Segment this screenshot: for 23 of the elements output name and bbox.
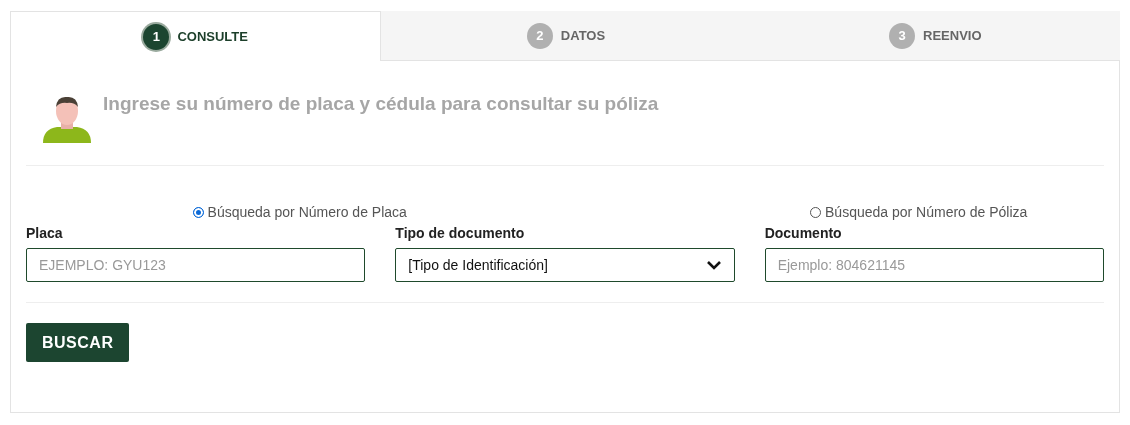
input-field[interactable]: EJEMPLO: GYU123 — [26, 248, 366, 282]
user-avatar-icon — [41, 95, 93, 143]
dropdown-field[interactable]: [Tipo de Identificación] — [395, 248, 735, 282]
search-button[interactable]: BUSCAR — [26, 323, 130, 362]
step-label: CONSULTE — [177, 29, 248, 44]
search-mode-radio[interactable]: Búsqueda por Número de Placa — [192, 204, 407, 220]
chevron-down-icon — [705, 260, 722, 270]
form-heading: Ingrese su número de placa y cédula para consultar su póliza — [103, 93, 659, 115]
step-label: DATOS — [560, 28, 606, 43]
step-number: 2 — [526, 22, 553, 49]
step-tab[interactable]: 3 REENVIO — [750, 11, 1120, 61]
search-mode-radio[interactable]: Búsqueda por Número de Póliza — [810, 204, 1028, 220]
input-field[interactable]: Ejemplo: 804621145 — [764, 248, 1104, 282]
step-tab[interactable]: 2 DATOS — [381, 11, 751, 61]
step-number: 3 — [889, 22, 916, 49]
step-number: 1 — [143, 23, 170, 50]
step-tab[interactable]: 1 CONSULTE — [10, 11, 382, 61]
field-label: Tipo de documento — [395, 225, 526, 241]
radio-icon[interactable] — [192, 206, 204, 218]
field-label: Placa — [26, 225, 64, 241]
field-label: Documento — [764, 225, 843, 241]
step-label: REENVIO — [923, 28, 982, 43]
radio-icon[interactable] — [810, 206, 822, 218]
